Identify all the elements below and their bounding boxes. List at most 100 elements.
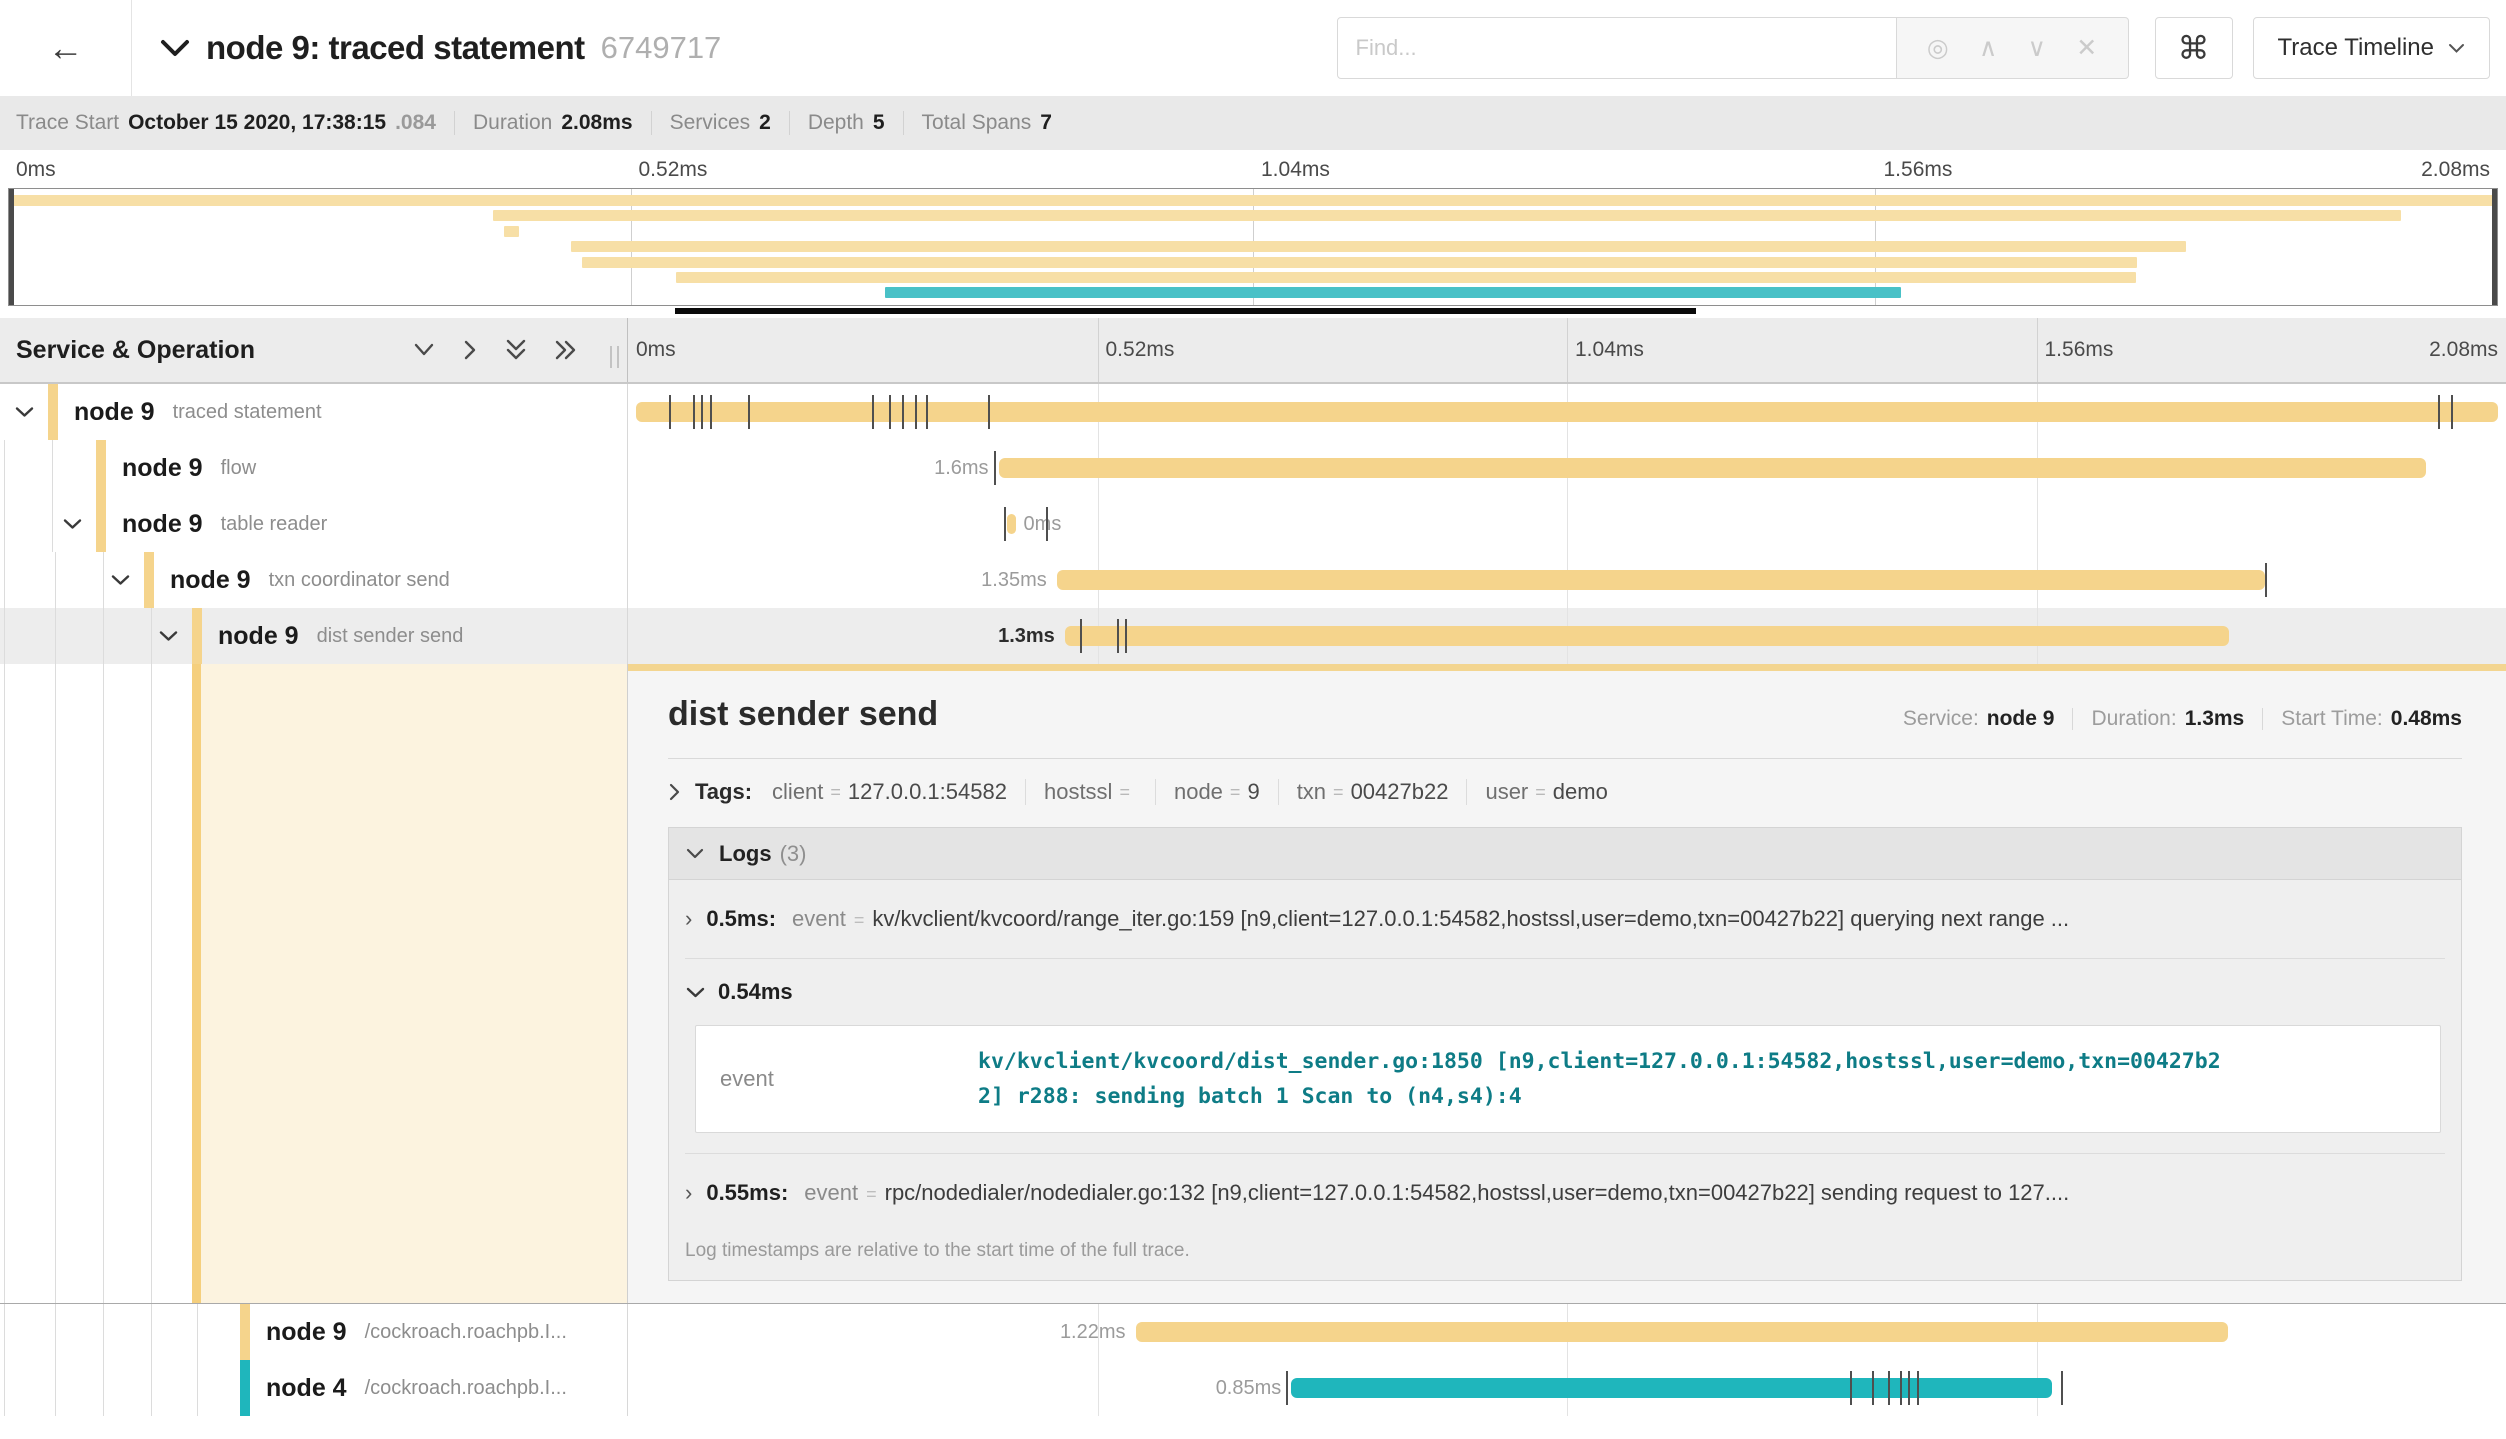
tree-guide-line [4, 1304, 5, 1360]
tree-guide-line [4, 440, 5, 496]
log-expanded-header[interactable]: 0.54ms [685, 979, 2445, 1005]
chevron-down-icon [685, 847, 705, 860]
summary-separator [454, 111, 455, 135]
log-row[interactable]: ›0.5ms:event=kv/kvclient/kvcoord/range_i… [669, 880, 2461, 958]
span-row-name-cell[interactable]: node 9flow [0, 440, 628, 496]
span-row: node 9/cockroach.roachpb.I...1.22ms [0, 1304, 2506, 1360]
meta-label: Duration: [2091, 707, 2176, 731]
span-bar[interactable] [1057, 570, 2266, 590]
minimap-left-scrubber[interactable] [9, 189, 14, 305]
find-input[interactable] [1337, 17, 1897, 79]
minimap-viewport-bar[interactable] [675, 308, 1696, 314]
prev-match-icon[interactable]: ∧ [1979, 33, 1997, 63]
clear-find-icon[interactable]: ✕ [2076, 33, 2097, 63]
next-match-icon[interactable]: ∨ [2028, 33, 2046, 63]
summary-item: Duration2.08ms [473, 111, 633, 135]
tag-separator [1025, 779, 1026, 805]
log-timestamp: 0.54ms [718, 979, 793, 1005]
log-marker-tick [988, 395, 990, 429]
logs-count: (3) [780, 841, 807, 867]
log-expander-icon[interactable]: › [685, 1180, 692, 1206]
log-list: ›0.5ms:event=kv/kvclient/kvcoord/range_i… [669, 880, 2461, 1232]
collapse-all-icon[interactable] [504, 338, 528, 362]
tag-key: node [1174, 779, 1223, 805]
tree-guide-line [151, 1304, 152, 1360]
span-rows-bottom: node 9/cockroach.roachpb.I...1.22msnode … [0, 1304, 2506, 1416]
meta-label: Service: [1903, 707, 1979, 731]
collapse-trace-header-icon[interactable] [160, 39, 190, 58]
logs-header[interactable]: Logs (3) [669, 828, 2461, 880]
span-row-name-cell[interactable]: node 9dist sender send [0, 608, 628, 664]
tags-label: Tags: [695, 779, 752, 805]
log-row-expanded: 0.54mseventkv/kvclient/kvcoord/dist_send… [669, 959, 2461, 1153]
timeline-inner [636, 384, 2498, 440]
log-marker-tick [2438, 395, 2440, 429]
span-name[interactable]: node 9traced statement [74, 384, 322, 440]
timeline-ruler: 0ms0.52ms1.04ms1.56ms2.08ms [628, 318, 2506, 382]
log-row[interactable]: ›0.55ms:event=rpc/nodedialer/nodedialer.… [669, 1154, 2461, 1232]
expand-one-icon[interactable] [462, 338, 478, 362]
span-row: node 9table reader 0ms [0, 496, 2506, 552]
log-field-equals: = [854, 910, 865, 931]
log-field-equals: = [866, 1184, 877, 1205]
scope-match-icon[interactable]: ◎ [1927, 33, 1949, 63]
summary-item: Total Spans7 [922, 111, 1052, 135]
log-expander-icon[interactable]: › [685, 906, 692, 932]
collapse-one-icon[interactable] [412, 342, 436, 358]
summary-value: October 15 2020, 17:38:15 [128, 111, 386, 134]
span-name[interactable]: node 9/cockroach.roachpb.I... [266, 1304, 567, 1360]
timeline-inner: 0ms [636, 496, 2498, 552]
tags-row[interactable]: Tags: client=127.0.0.1:54582hostssl=node… [668, 779, 2462, 805]
column-resize-grip[interactable] [610, 346, 619, 368]
log-marker-tick [2265, 563, 2267, 597]
deep-link-icon[interactable] [2432, 1301, 2456, 1303]
tree-guide-line [103, 552, 104, 608]
span-row-name-cell[interactable]: node 4/cockroach.roachpb.I... [0, 1360, 628, 1416]
row-expander-icon[interactable] [158, 630, 179, 643]
span-bar[interactable] [999, 458, 2427, 478]
tags-expander-icon[interactable] [668, 782, 681, 802]
tree-guide-line [103, 1304, 104, 1360]
minimap-right-scrubber[interactable] [2492, 189, 2497, 305]
timeline-inner: 1.3ms [636, 608, 2498, 664]
span-id-row: SpanID: 5597415943526560273 [668, 1281, 2462, 1303]
log-marker-tick [1908, 1371, 1910, 1405]
span-row-name-cell[interactable]: node 9/cockroach.roachpb.I... [0, 1304, 628, 1360]
back-button[interactable]: ← [0, 0, 132, 96]
log-field-key: event [804, 1180, 858, 1206]
minimap-span-bar [504, 226, 518, 237]
service-name: node 9 [218, 622, 299, 651]
span-row-name-cell[interactable]: node 9traced statement [0, 384, 628, 440]
minimap-canvas[interactable] [8, 188, 2498, 306]
span-row-timeline-cell: 1.6ms [628, 440, 2506, 496]
span-bar[interactable] [1136, 1322, 2228, 1342]
summary-item: Depth5 [808, 111, 885, 135]
span-bar[interactable] [1065, 626, 2229, 646]
meta-value: 0.48ms [2391, 707, 2462, 731]
meta-separator [2072, 708, 2073, 730]
span-name[interactable]: node 9flow [122, 440, 256, 496]
log-marker-tick [748, 395, 750, 429]
span-row-name-cell[interactable]: node 9txn coordinator send [0, 552, 628, 608]
span-name[interactable]: node 9table reader [122, 496, 327, 552]
detail-indent-band [192, 664, 201, 1303]
expand-all-icon[interactable] [554, 338, 578, 362]
span-name[interactable]: node 9txn coordinator send [170, 552, 450, 608]
span-row-name-cell[interactable]: node 9table reader [0, 496, 628, 552]
span-bar[interactable] [1007, 514, 1016, 534]
span-name[interactable]: node 9dist sender send [218, 608, 463, 664]
row-expander-icon[interactable] [62, 518, 83, 531]
ruler-label-0ms: 0ms [636, 338, 676, 362]
span-bar[interactable] [1291, 1378, 2052, 1398]
tree-guide-line [55, 552, 56, 608]
keyboard-shortcuts-button[interactable]: ⌘ [2155, 17, 2233, 79]
service-color-bar [48, 384, 58, 440]
summary-separator [903, 111, 904, 135]
span-name[interactable]: node 4/cockroach.roachpb.I... [266, 1360, 567, 1416]
tag-value: 00427b22 [1351, 779, 1449, 805]
row-expander-icon[interactable] [14, 406, 35, 419]
row-expander-icon[interactable] [110, 574, 131, 587]
logs-title: Logs [719, 841, 772, 867]
trace-view-select[interactable]: Trace Timeline [2253, 17, 2491, 79]
span-row-timeline-cell [628, 384, 2506, 440]
